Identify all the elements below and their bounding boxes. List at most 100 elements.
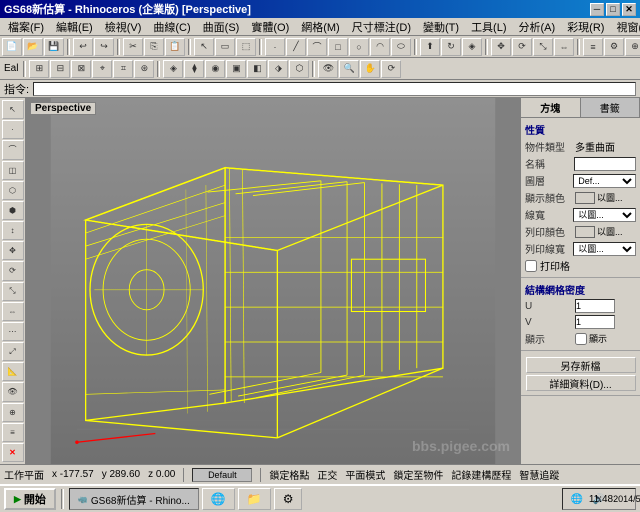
menu-mesh[interactable]: 網格(M): [295, 18, 346, 36]
tb-loft[interactable]: ◈: [462, 38, 482, 56]
status-ortho[interactable]: 正交: [317, 467, 337, 482]
tb-move[interactable]: ✥: [491, 38, 511, 56]
tb-window-sel[interactable]: ▭: [215, 38, 235, 56]
lt-snap[interactable]: ⊕: [2, 403, 24, 422]
menu-dimension[interactable]: 尺寸標注(D): [346, 18, 417, 36]
menu-tools[interactable]: 工具(L): [465, 18, 512, 36]
lt-transform[interactable]: ⤢: [2, 342, 24, 361]
lt-mirror[interactable]: ⇔: [2, 302, 24, 321]
rp-u-input[interactable]: [575, 299, 615, 313]
menu-window[interactable]: 視窗(W): [610, 18, 640, 36]
rp-detail-btn[interactable]: 詳細資料(D)...: [526, 375, 636, 391]
tb2-btn11[interactable]: ◧: [247, 60, 267, 78]
tb-options[interactable]: ⚙: [604, 38, 624, 56]
lt-curve[interactable]: ⌒: [2, 140, 24, 159]
tb-arc[interactable]: ◠: [370, 38, 390, 56]
tb2-btn7[interactable]: ◈: [163, 60, 183, 78]
start-button[interactable]: ▶ 開始: [4, 488, 56, 510]
status-snap2[interactable]: 鎖定至物件: [393, 467, 443, 482]
tb2-rotate[interactable]: ⟳: [381, 60, 401, 78]
tb-polyline[interactable]: ⌒: [307, 38, 327, 56]
rp-print-color[interactable]: [575, 226, 595, 238]
minimize-button[interactable]: ─: [590, 3, 604, 16]
tb2-pan[interactable]: ✋: [360, 60, 380, 78]
tb2-btn2[interactable]: ⊟: [50, 60, 70, 78]
lt-rotate[interactable]: ⟳: [2, 261, 24, 280]
lt-scale[interactable]: ⤡: [2, 282, 24, 301]
tb2-btn4[interactable]: ⌖: [92, 60, 112, 78]
status-planar[interactable]: 平面模式: [345, 467, 385, 482]
tb2-btn10[interactable]: ▣: [226, 60, 246, 78]
lt-view[interactable]: 👁: [2, 382, 24, 401]
tb-cross-sel[interactable]: ⬚: [236, 38, 256, 56]
lt-select[interactable]: ↖: [2, 100, 24, 119]
status-snap[interactable]: 鎖定格點: [269, 467, 309, 482]
tb-snap[interactable]: ⊕: [625, 38, 640, 56]
lt-array[interactable]: ⋯: [2, 322, 24, 341]
tb-scale[interactable]: ⤡: [533, 38, 553, 56]
rp-tab-block[interactable]: 方塊: [521, 98, 581, 117]
tb-layer[interactable]: ≡: [583, 38, 603, 56]
tb-rect[interactable]: □: [328, 38, 348, 56]
tb-cut[interactable]: ✂: [123, 38, 143, 56]
menu-render[interactable]: 彩現(R): [561, 18, 610, 36]
rp-name-input[interactable]: [574, 157, 636, 171]
rp-print-checkbox[interactable]: [525, 260, 537, 272]
tb-redo[interactable]: ↪: [94, 38, 114, 56]
lt-mesh[interactable]: ⬢: [2, 201, 24, 220]
menu-solid[interactable]: 實體(O): [245, 18, 295, 36]
tb-paste[interactable]: 📋: [165, 38, 185, 56]
viewport-container[interactable]: Perspective: [26, 98, 520, 464]
command-input[interactable]: [33, 82, 636, 96]
tb2-btn3[interactable]: ⊠: [71, 60, 91, 78]
tb-save[interactable]: 💾: [44, 38, 64, 56]
taskbar-app-4[interactable]: ⚙: [274, 488, 303, 510]
tb-revolve[interactable]: ↻: [441, 38, 461, 56]
tb-open[interactable]: 📂: [23, 38, 43, 56]
tb2-btn13[interactable]: ⬡: [289, 60, 309, 78]
tb-undo[interactable]: ↩: [73, 38, 93, 56]
taskbar-app-rhino[interactable]: 🦏 GS68新估算 - Rhino...: [69, 488, 199, 510]
lt-surface[interactable]: ◫: [2, 161, 24, 180]
tb2-camera[interactable]: 👁: [318, 60, 338, 78]
close-button[interactable]: ✕: [622, 3, 636, 16]
lt-x[interactable]: ✕: [2, 443, 24, 462]
rp-v-input[interactable]: [575, 315, 615, 329]
taskbar-app-2[interactable]: 🌐: [202, 488, 235, 510]
rp-layer-select[interactable]: Def...: [573, 174, 636, 188]
tb-circle[interactable]: ○: [349, 38, 369, 56]
tb-rotate[interactable]: ⟳: [512, 38, 532, 56]
tb2-btn8[interactable]: ⧫: [184, 60, 204, 78]
menu-analyze[interactable]: 分析(A): [513, 18, 562, 36]
menu-surface[interactable]: 曲面(S): [197, 18, 246, 36]
lt-solid[interactable]: ⬡: [2, 181, 24, 200]
taskbar-app-3[interactable]: 📁: [238, 488, 271, 510]
tb-select[interactable]: ↖: [194, 38, 214, 56]
maximize-button[interactable]: □: [606, 3, 620, 16]
menu-file[interactable]: 檔案(F): [2, 18, 50, 36]
tb2-btn12[interactable]: ⬗: [268, 60, 288, 78]
tb2-btn1[interactable]: ⊞: [29, 60, 49, 78]
lt-layer[interactable]: ≡: [2, 423, 24, 442]
tb2-btn5[interactable]: ⌗: [113, 60, 133, 78]
rp-tab-bookmark[interactable]: 書籤: [581, 98, 640, 117]
tb2-zoom[interactable]: 🔍: [339, 60, 359, 78]
rp-display-color[interactable]: [575, 192, 595, 204]
tb-line[interactable]: ╱: [286, 38, 306, 56]
menu-curve[interactable]: 曲線(C): [147, 18, 196, 36]
rp-linewidth-select[interactable]: 以圖...: [573, 242, 636, 256]
tb2-btn6[interactable]: ⊛: [134, 60, 154, 78]
rp-save-btn[interactable]: 另存新檔: [526, 357, 636, 373]
tb-point[interactable]: ·: [265, 38, 285, 56]
status-record[interactable]: 記錄建構歷程: [451, 467, 511, 482]
lt-analyze[interactable]: 📐: [2, 362, 24, 381]
tb2-btn9[interactable]: ◉: [205, 60, 225, 78]
menu-view[interactable]: 檢視(V): [99, 18, 148, 36]
rp-material-select[interactable]: 以圖...: [573, 208, 636, 222]
lt-dimension[interactable]: ↕: [2, 221, 24, 240]
tb-extrude[interactable]: ⬆: [420, 38, 440, 56]
canvas-3d[interactable]: Perspective: [26, 98, 520, 464]
status-smart[interactable]: 智慧追蹤: [519, 467, 559, 482]
lt-move[interactable]: ✥: [2, 241, 24, 260]
tb-new[interactable]: 📄: [2, 38, 22, 56]
